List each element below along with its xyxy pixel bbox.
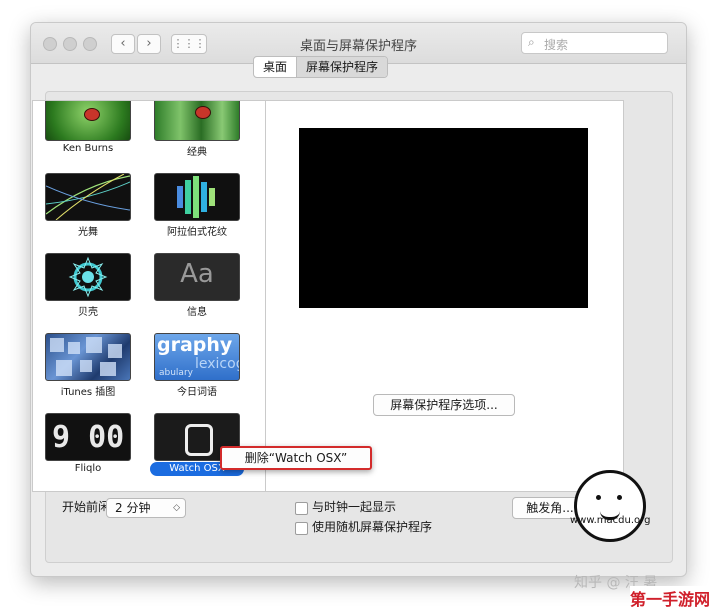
screensaver-itunes-artwork[interactable]: iTunes 插图 xyxy=(45,333,131,413)
ladybug-icon xyxy=(84,108,100,121)
search-field[interactable]: ⌕ 搜索 xyxy=(521,32,668,54)
watch-icon xyxy=(185,424,213,456)
screensaver-label: 贝壳 xyxy=(78,307,98,318)
screensaver-fliqlo[interactable]: 9 00 Fliqlo xyxy=(45,413,131,491)
light-lines-thumbnail xyxy=(45,173,131,221)
screensaver-arabesque[interactable]: 阿拉伯式花纹 xyxy=(154,173,240,253)
forest-thumbnail xyxy=(154,101,240,141)
tab-screensaver[interactable]: 屏幕保护程序 xyxy=(297,57,388,77)
tab-desktop[interactable]: 桌面 xyxy=(254,57,298,77)
screensaver-classic[interactable]: 经典 xyxy=(154,101,240,173)
word-of-day-thumbnail: graphy lexicog abulary xyxy=(154,333,240,381)
screensaver-list[interactable]: Ken Burns 经典 光舞 阿拉伯式花纹 贝壳 Aa 信息 iTunes 插… xyxy=(32,100,266,492)
message-thumbnail: Aa xyxy=(154,253,240,301)
screensaver-label: 信息 xyxy=(187,307,207,318)
watermark-brand: 第一手游网 xyxy=(630,586,711,610)
random-screensaver-checkbox[interactable] xyxy=(295,522,308,535)
arabesque-thumbnail xyxy=(154,173,240,221)
shell-thumbnail xyxy=(45,253,131,301)
watermark-site: www.macdu.org xyxy=(570,515,651,526)
screensaver-label: Fliqlo xyxy=(74,463,102,474)
screensaver-preview xyxy=(299,128,588,308)
show-with-clock-label: 与时钟一起显示 xyxy=(312,500,397,514)
search-placeholder: 搜索 xyxy=(544,38,569,52)
random-screensaver-label: 使用随机屏幕保护程序 xyxy=(312,520,433,534)
fliqlo-clock-thumbnail: 9 00 xyxy=(45,413,131,461)
screensaver-shell[interactable]: 贝壳 xyxy=(45,253,131,333)
chevron-updown-icon: ◇ xyxy=(173,503,180,513)
screensaver-label: 经典 xyxy=(187,147,207,158)
screensaver-label: 光舞 xyxy=(78,227,98,238)
screensaver-ken-burns[interactable]: Ken Burns xyxy=(45,101,131,173)
smiley-logo-icon xyxy=(574,470,646,542)
screensaver-options-button[interactable]: 屏幕保护程序选项... xyxy=(373,394,515,416)
search-icon: ⌕ xyxy=(528,35,535,49)
screensaver-message[interactable]: Aa 信息 xyxy=(154,253,240,333)
screensaver-label: iTunes 插图 xyxy=(60,387,116,398)
screensaver-word-of-day[interactable]: graphy lexicog abulary 今日词语 xyxy=(154,333,240,413)
show-with-clock-checkbox[interactable] xyxy=(295,502,308,515)
idle-time-select[interactable]: 2 分钟 ◇ xyxy=(106,498,186,518)
message-glyph: Aa xyxy=(180,259,214,289)
itunes-thumbnail xyxy=(45,333,131,381)
screensaver-light-dance[interactable]: 光舞 xyxy=(45,173,131,253)
ladybug-icon xyxy=(195,106,211,119)
clock-digits: 9 00 xyxy=(52,420,125,455)
screensaver-label: 阿拉伯式花纹 xyxy=(167,227,227,238)
screensaver-label: Ken Burns xyxy=(62,143,114,154)
screensaver-label: 今日词语 xyxy=(177,387,217,398)
tab-control: 桌面 屏幕保护程序 xyxy=(253,56,389,78)
delete-screensaver-menu-item[interactable]: 删除“Watch OSX” xyxy=(220,446,372,470)
ladybug-thumbnail xyxy=(45,101,131,141)
idle-time-value: 2 分钟 xyxy=(115,501,151,515)
